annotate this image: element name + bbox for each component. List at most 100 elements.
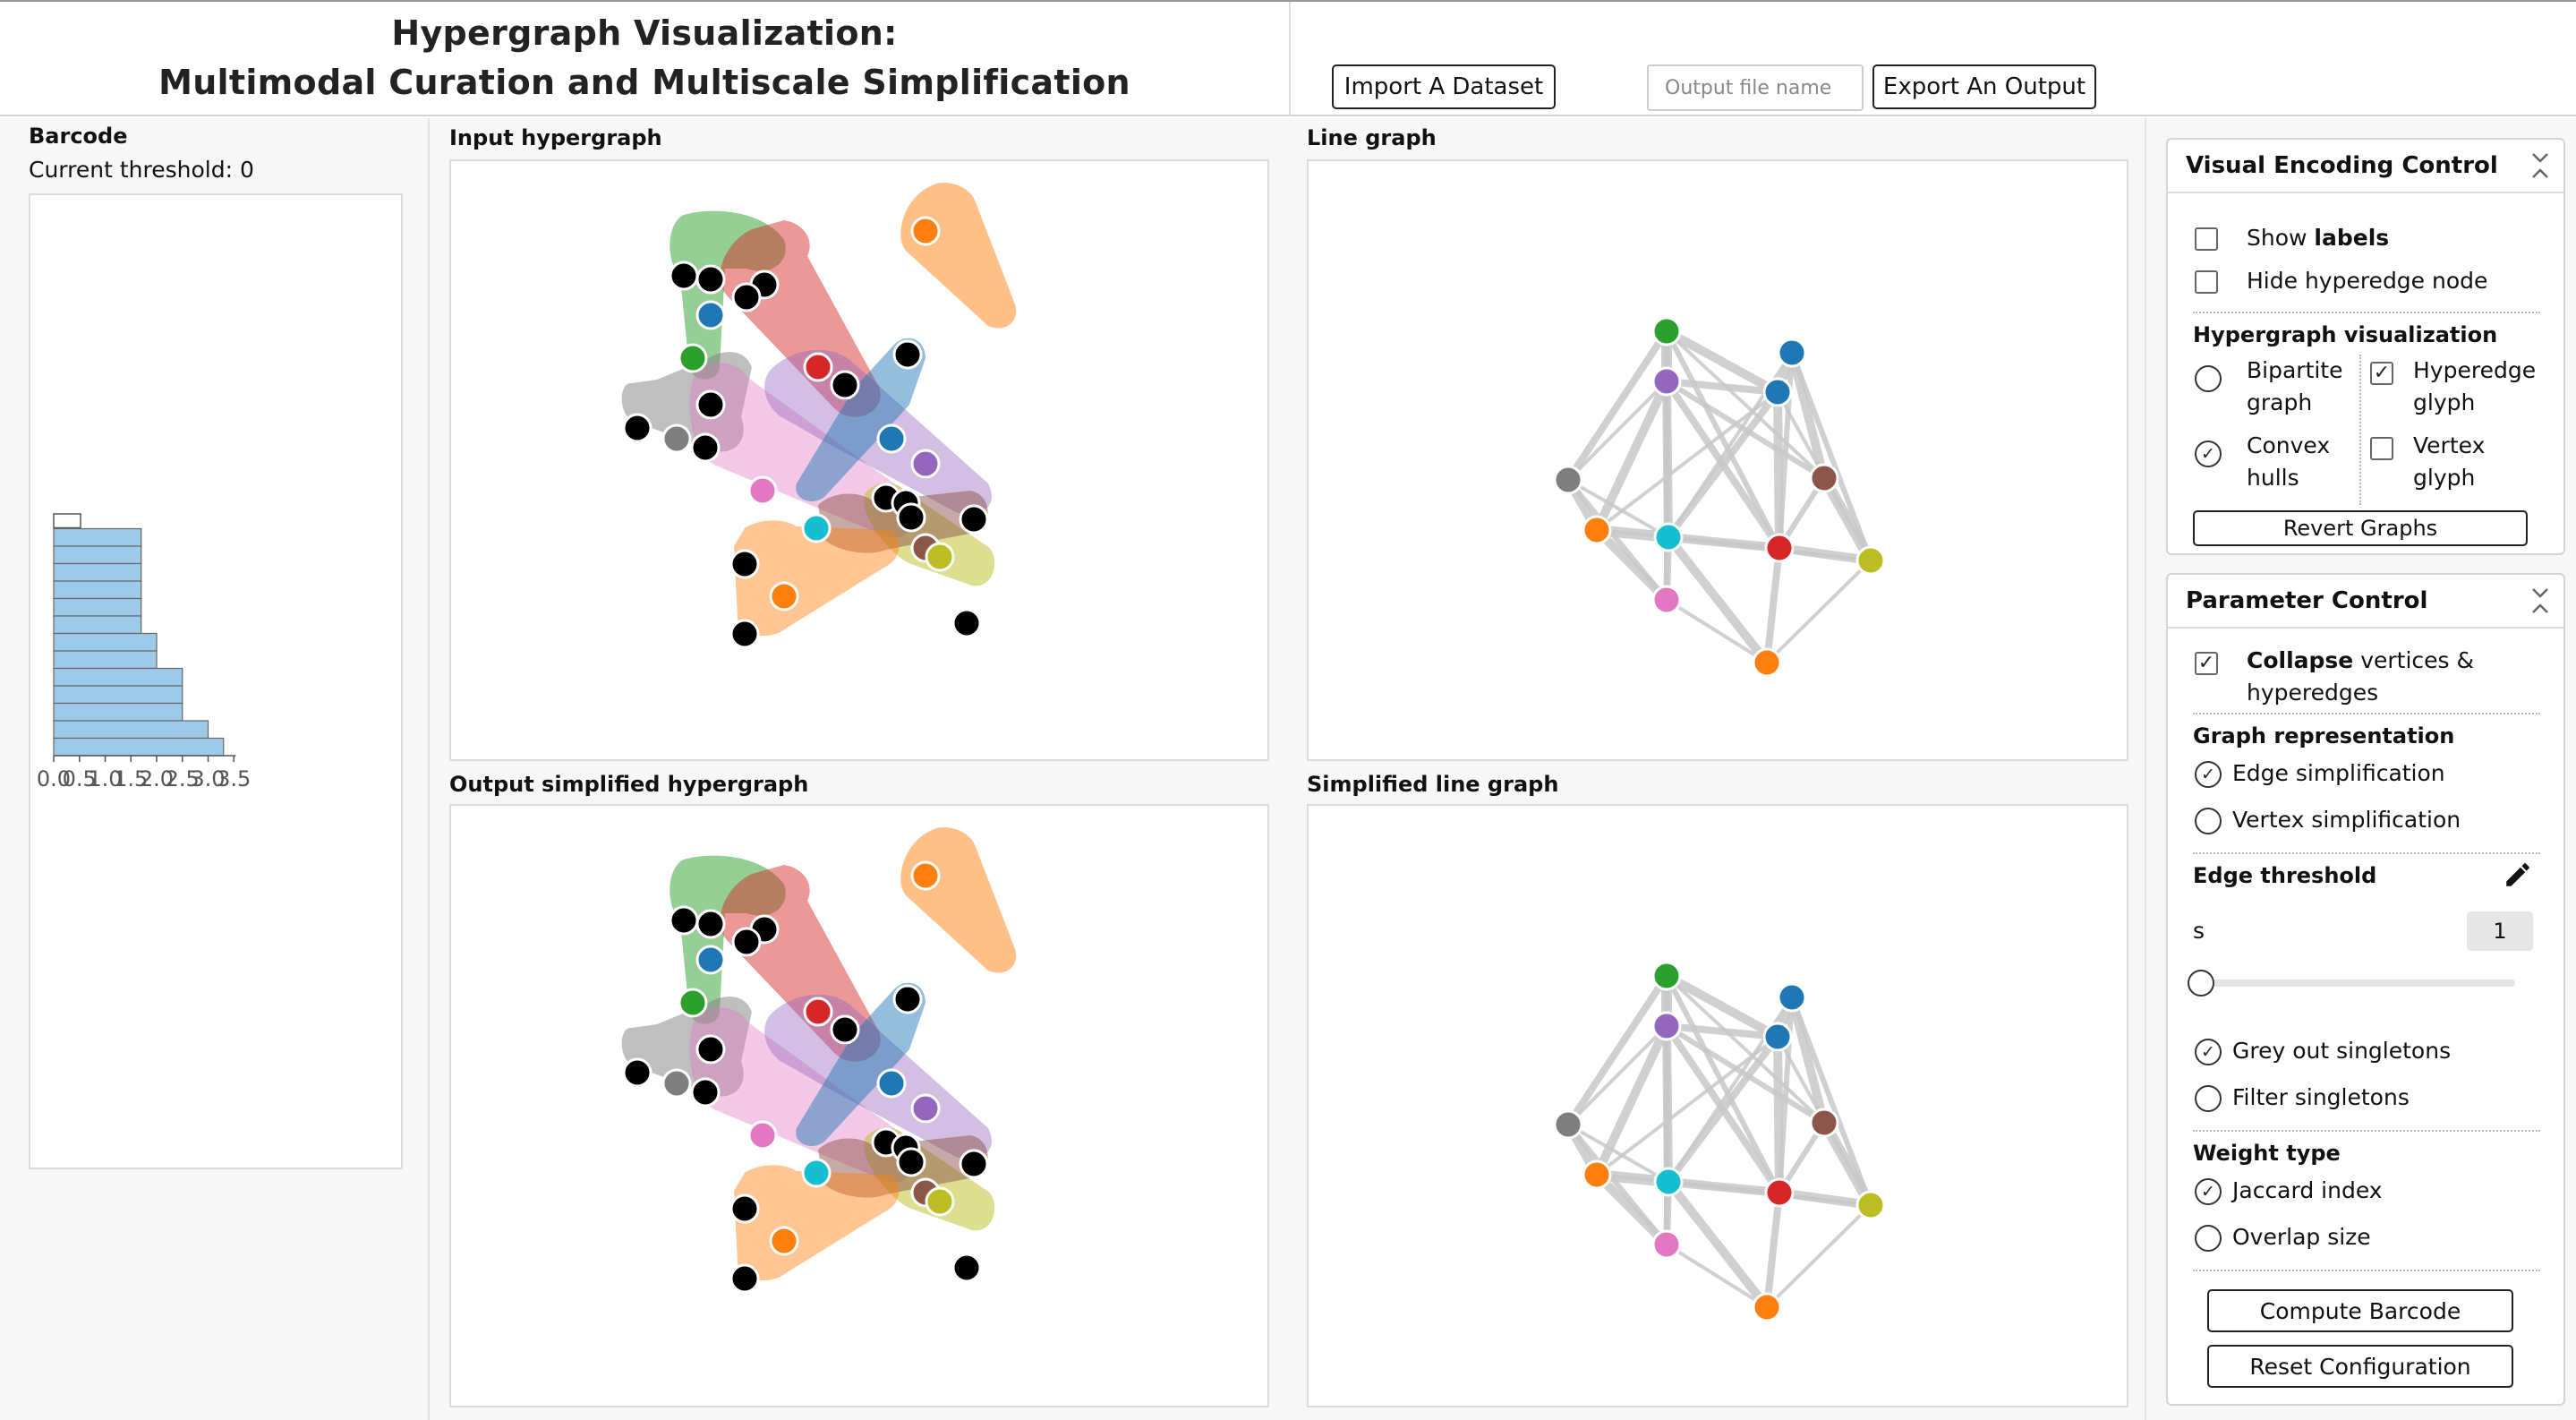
grey-out-singletons-radio[interactable]: ✓ (2195, 1039, 2222, 1065)
line-graph-node (1777, 982, 1807, 1013)
jaccard-index-radio[interactable]: ✓ (2195, 1178, 2222, 1205)
output-hypergraph-panel[interactable] (449, 804, 1269, 1407)
input-hypergraph-canvas[interactable] (451, 161, 1267, 759)
convex-line-1: Convex (2247, 432, 2331, 458)
hyperedge-hull (900, 827, 1017, 973)
overlap-size-label: Overlap size (2232, 1224, 2371, 1250)
compute-barcode-button[interactable]: Compute Barcode (2207, 1289, 2513, 1332)
line-graph-edge (1665, 1178, 1770, 1311)
line-graph-canvas[interactable] (1309, 161, 2127, 759)
hypergraph-vertex (910, 1093, 941, 1124)
line-graph-node (1855, 1190, 1886, 1220)
show-labels-text: Show (2247, 225, 2315, 251)
barcode-bar (53, 615, 142, 635)
hypergraph-vertex (669, 261, 699, 291)
edge-threshold-slider-track[interactable] (2202, 979, 2515, 987)
line-graph-node (1809, 1108, 1839, 1138)
title-line-2: Multimodal Curation and Multiscale Simpl… (158, 63, 1130, 102)
line-graph-group (1553, 316, 1886, 678)
simplified-line-graph-panel[interactable] (1307, 804, 2128, 1407)
graph-views: Input hypergraph Line graph Output simpl… (430, 118, 2146, 1420)
vertex-simplification-radio[interactable] (2195, 808, 2222, 834)
output-hypergraph-canvas[interactable] (451, 806, 1267, 1406)
hide-hyperedge-node-checkbox[interactable] (2195, 270, 2218, 294)
line-graph-node (1651, 961, 1682, 991)
barcode-bar (53, 545, 142, 565)
hypergraph-vertex (951, 1253, 982, 1283)
hypergraph-vis-title: Hypergraph visualization (2193, 322, 2498, 347)
hypergraph-vertex (876, 423, 907, 454)
input-hypergraph-panel[interactable] (449, 159, 1269, 761)
edge-simplification-label: Edge simplification (2232, 760, 2445, 786)
hypergraph-vertex (729, 619, 760, 649)
output-hypergraph-title: Output simplified hypergraph (449, 772, 809, 797)
barcode-chart[interactable]: 0.00.51.01.52.02.53.03.5 (30, 195, 403, 1169)
barcode-bar (53, 667, 183, 687)
column-divider (2359, 355, 2361, 505)
simplified-line-graph-canvas[interactable] (1309, 806, 2127, 1406)
current-threshold-text: Current threshold: 0 (29, 157, 254, 183)
revert-graphs-button[interactable]: Revert Graphs (2193, 510, 2528, 546)
hypergraph-vertex (669, 905, 699, 936)
vertex-glyph-label: Vertex glyph (2413, 430, 2485, 494)
line-graph-node (1809, 463, 1839, 493)
vertex-glyph-checkbox[interactable] (2370, 437, 2393, 460)
line-graph-node (1764, 533, 1795, 563)
edge-threshold-slider-thumb[interactable] (2188, 970, 2214, 997)
hypergraph-vertex (729, 549, 760, 579)
filter-singletons-radio[interactable] (2195, 1085, 2222, 1112)
hypergraph-vertex (801, 1158, 832, 1188)
hypergraph-vertex (803, 997, 833, 1027)
hypergraph-vertex (695, 909, 726, 939)
reset-configuration-button[interactable]: Reset Configuration (2207, 1345, 2513, 1388)
s-label: s (2193, 918, 2205, 944)
s-value-field[interactable]: 1 (2467, 911, 2533, 951)
import-dataset-button[interactable]: Import A Dataset (1332, 64, 1556, 109)
line-graph-node (1651, 366, 1682, 397)
divider (2193, 713, 2540, 714)
bipartite-graph-label: Bipartite graph (2247, 355, 2343, 419)
collapse-chevron-icon[interactable] (2529, 582, 2551, 621)
jaccard-index-label: Jaccard index (2232, 1177, 2383, 1203)
hypergraph-vertex (695, 1034, 726, 1065)
hyperedge-glyph-checkbox[interactable]: ✓ (2370, 362, 2393, 385)
line-graph-node (1764, 1177, 1795, 1208)
line-graph-panel[interactable] (1307, 159, 2128, 761)
convex-hulls-label: Convex hulls (2247, 430, 2330, 494)
line-graph-node (1651, 585, 1682, 615)
hyperedge-glyph-label: Hyperedge glyph (2413, 355, 2536, 419)
hypergraph-vertex (876, 1068, 907, 1099)
overlap-size-radio[interactable] (2195, 1225, 2222, 1252)
convex-hulls-radio[interactable]: ✓ (2195, 441, 2222, 467)
show-labels-checkbox[interactable] (2195, 227, 2218, 251)
pencil-icon[interactable] (2503, 860, 2533, 890)
barcode-bar (53, 632, 158, 652)
line-graph-node (1855, 545, 1886, 576)
collapse-line-2: hyperedges (2247, 680, 2379, 706)
graph-representation-title: Graph representation (2193, 723, 2455, 748)
edge-simplification-radio[interactable]: ✓ (2195, 761, 2222, 788)
line-graph-edge (1665, 1243, 1769, 1309)
divider (2193, 852, 2540, 854)
hypergraph-vertex (690, 432, 721, 463)
export-output-button[interactable]: Export An Output (1872, 64, 2096, 109)
line-graph-edge (1665, 598, 1769, 664)
hypergraph-vertex (661, 423, 692, 454)
edge-threshold-title: Edge threshold (2193, 863, 2377, 888)
line-graph-edge (1765, 559, 1872, 664)
control-sidebar: Visual Encoding Control Show labels Hide… (2146, 118, 2576, 1420)
barcode-bar (53, 597, 142, 617)
line-graph-node (1752, 647, 1782, 678)
collapse-checkbox[interactable]: ✓ (2195, 652, 2218, 675)
collapse-chevron-icon[interactable] (2529, 147, 2551, 186)
hypergraph-vertex (925, 542, 955, 572)
hypergraph-vertex (622, 413, 653, 443)
barcode-panel: Barcode Current threshold: 0 0.0 0.5 1.0 1.… (0, 118, 430, 1420)
bipartite-graph-radio[interactable] (2195, 365, 2222, 392)
visual-encoding-header[interactable]: Visual Encoding Control (2168, 140, 2563, 193)
visual-encoding-card: Visual Encoding Control Show labels Hide… (2166, 138, 2565, 555)
output-file-name-input[interactable]: Output file name (1647, 64, 1864, 111)
barcode-bar (53, 720, 209, 740)
parameter-control-title: Parameter Control (2186, 587, 2428, 614)
parameter-control-header[interactable]: Parameter Control (2168, 575, 2563, 629)
